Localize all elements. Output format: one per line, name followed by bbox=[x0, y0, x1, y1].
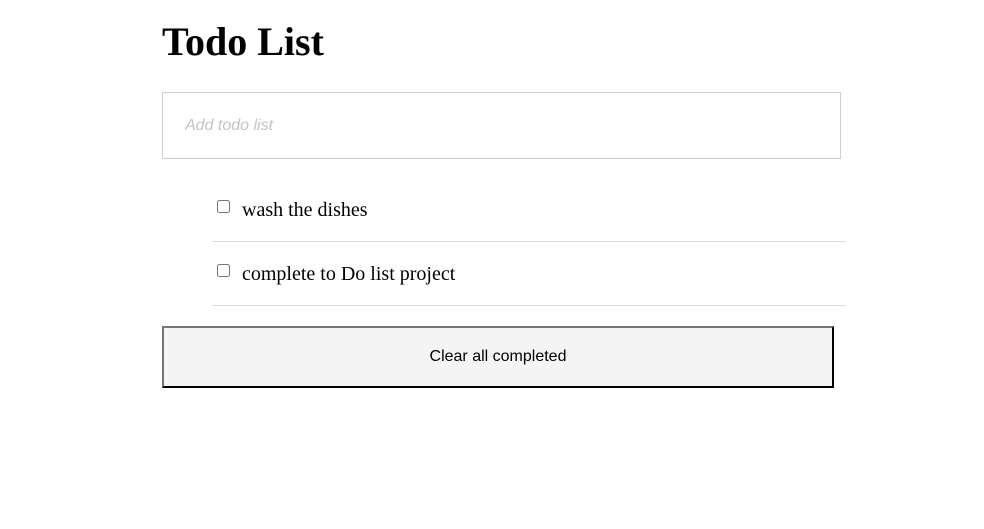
add-todo-input[interactable] bbox=[162, 92, 841, 159]
todo-label: wash the dishes bbox=[242, 199, 368, 221]
todo-checkbox[interactable] bbox=[217, 264, 230, 277]
clear-completed-button[interactable]: Clear all completed bbox=[162, 326, 834, 388]
page-title: Todo List bbox=[162, 19, 324, 64]
todo-item: complete to Do list project bbox=[212, 242, 846, 306]
todo-item: wash the dishes bbox=[212, 178, 846, 242]
todo-list: wash the dishes complete to Do list proj… bbox=[212, 178, 846, 306]
todo-label: complete to Do list project bbox=[242, 263, 456, 285]
todo-checkbox[interactable] bbox=[217, 200, 230, 213]
